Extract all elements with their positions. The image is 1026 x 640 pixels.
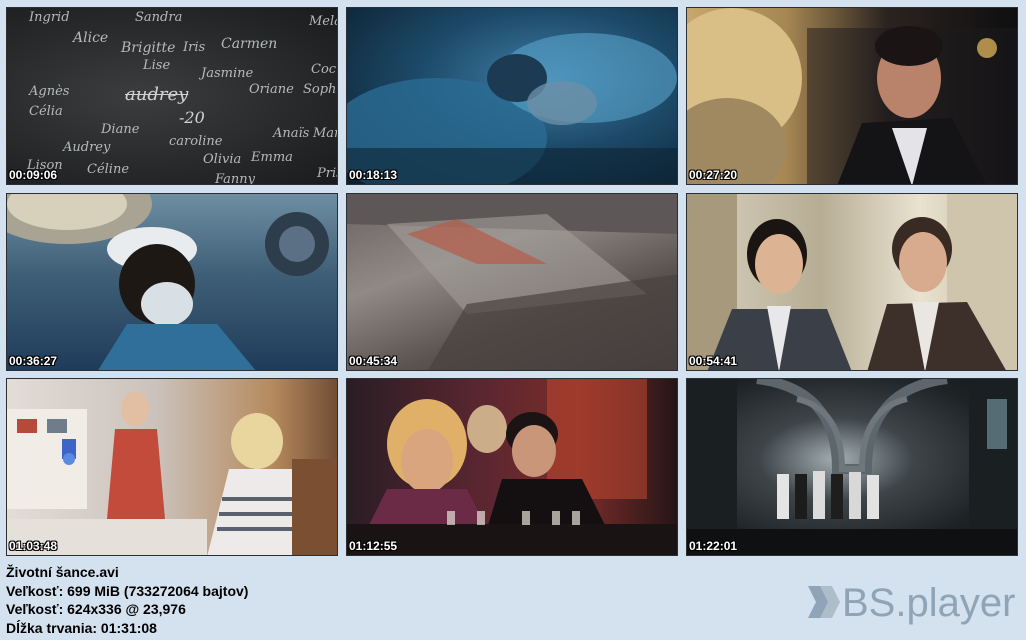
scene-two-men — [687, 194, 1017, 370]
chalk-name-crossed: audrey — [125, 84, 189, 105]
chalk-name: caroline — [169, 134, 223, 149]
thumbnail-6: 00:54:41 — [686, 193, 1018, 371]
chalk-name: Jasmine — [201, 66, 254, 81]
chalk-name: Célia — [29, 104, 63, 119]
timestamp: 01:22:01 — [689, 539, 738, 553]
scene-bar-conversation — [687, 8, 1017, 184]
chalk-name: Sandra — [135, 10, 183, 25]
file-info: Životní šance.avi Veľkosť: 699 MiB (7332… — [6, 563, 248, 637]
chalk-name: Céline — [87, 162, 130, 177]
filename: Životní šance.avi — [6, 564, 119, 580]
timestamp: 00:27:20 — [689, 168, 738, 182]
chalk-name: Fanny — [215, 172, 255, 185]
chalk-name: Alice — [73, 30, 109, 46]
duration: Dĺžka trvania: 01:31:08 — [6, 619, 157, 636]
logo-text: BS.player — [842, 581, 1015, 625]
scene-surgeon — [7, 194, 337, 370]
thumbnail-3: 00:27:20 — [686, 7, 1018, 185]
chalk-name: Lise — [143, 58, 171, 73]
timestamp: 01:12:55 — [349, 539, 398, 553]
thumbnail-7: 01:03:48 — [6, 378, 338, 556]
thumbnail-4: 00:36:27 — [6, 193, 338, 371]
chalk-name: Coc — [311, 62, 337, 77]
thumbnail-2: 00:18:13 — [346, 7, 678, 185]
video-resolution: Veľkosť: 624x336 @ 23,976 — [6, 601, 186, 617]
chalk-name: Anaïs — [273, 126, 310, 141]
timestamp: 00:54:41 — [689, 354, 738, 368]
chalk-name: Oriane — [249, 82, 294, 97]
scene-nightclub — [347, 379, 677, 555]
chalk-name: Ingrid — [29, 10, 70, 25]
timestamp: 00:18:13 — [349, 168, 398, 182]
chalk-name: Iris — [183, 40, 206, 55]
timestamp: 00:36:27 — [9, 354, 58, 368]
chalk-name: Brigitte — [121, 40, 176, 56]
bsplayer-logo: BS.player — [808, 581, 1015, 625]
thumbnail-grid: Ingrid Sandra Alice Brigitte Iris Carmen… — [0, 0, 1026, 560]
chalk-note: -20 — [179, 108, 205, 127]
chalk-name: Agnès — [29, 84, 70, 99]
chalk-name: Carmen — [221, 36, 278, 52]
thumbnail-8: 01:12:55 — [346, 378, 678, 556]
scene-motion-blur — [347, 194, 677, 370]
scene-office — [7, 379, 337, 555]
file-size: Veľkosť: 699 MiB (733272064 bajtov) — [6, 582, 249, 599]
timestamp: 00:09:06 — [9, 168, 58, 182]
thumbnail-5: 00:45:34 — [346, 193, 678, 371]
chalk-name: Emma — [251, 150, 293, 165]
chalk-name: Mar — [313, 126, 338, 141]
bsplayer-logo-icon — [808, 586, 840, 618]
chalk-name: Pris — [317, 166, 337, 181]
thumbnail-1: Ingrid Sandra Alice Brigitte Iris Carmen… — [6, 7, 338, 185]
timestamp: 00:45:34 — [349, 354, 398, 368]
chalk-name: Olivia — [203, 152, 242, 167]
scene-corridor — [687, 379, 1017, 555]
scene-bed — [347, 8, 677, 184]
chalk-name: Audrey — [63, 140, 111, 155]
scene-blackboard: Ingrid Sandra Alice Brigitte Iris Carmen… — [7, 8, 337, 184]
thumbnail-9: 01:22:01 — [686, 378, 1018, 556]
chalk-name: Sophie — [303, 82, 337, 97]
chalk-name: Diane — [101, 122, 140, 137]
chalk-name: Mela — [309, 14, 337, 29]
timestamp: 01:03:48 — [9, 539, 58, 553]
